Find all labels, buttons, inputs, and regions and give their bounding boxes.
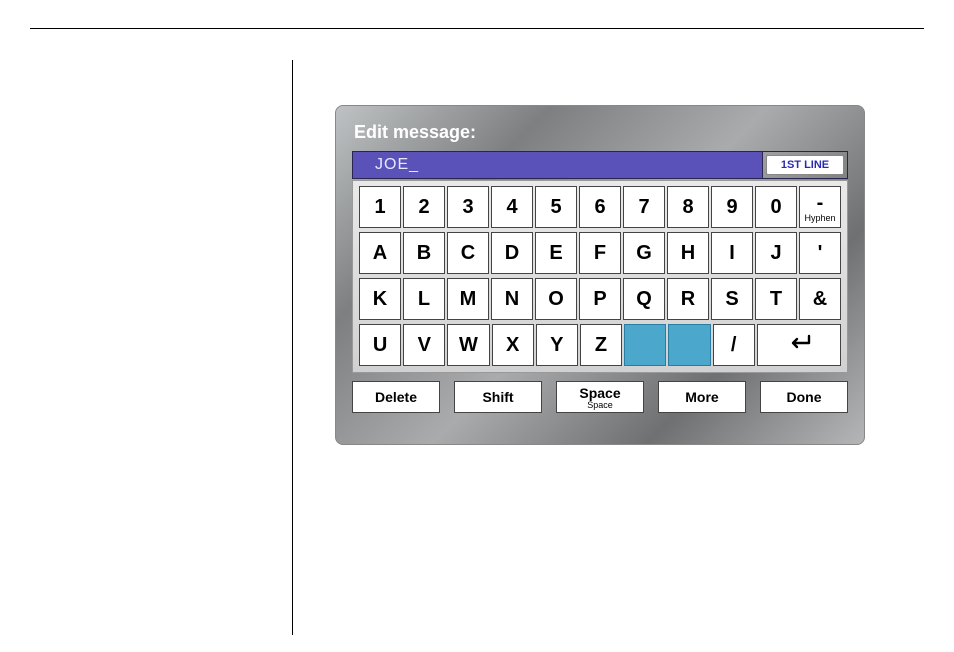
line-indicator-badge[interactable]: 1ST LINE — [766, 155, 844, 175]
key-z[interactable]: Z — [580, 324, 622, 366]
key-blank-1[interactable] — [624, 324, 666, 366]
delete-button[interactable]: Delete — [352, 381, 440, 413]
key-hyphen[interactable]: - Hyphen — [799, 186, 841, 228]
key-v[interactable]: V — [403, 324, 445, 366]
column-divider — [292, 60, 293, 635]
key-w[interactable]: W — [447, 324, 489, 366]
page-top-rule — [30, 28, 924, 29]
key-8[interactable]: 8 — [667, 186, 709, 228]
keyboard-panel: 1 2 3 4 5 6 7 8 9 0 - Hyphen A B C D — [352, 180, 848, 373]
key-ampersand[interactable]: & — [799, 278, 841, 320]
key-blank-2[interactable] — [668, 324, 710, 366]
key-g[interactable]: G — [623, 232, 665, 274]
keyboard-row-3: K L M N O P Q R S T & — [359, 278, 841, 320]
key-1[interactable]: 1 — [359, 186, 401, 228]
key-n[interactable]: N — [491, 278, 533, 320]
key-h[interactable]: H — [667, 232, 709, 274]
key-3[interactable]: 3 — [447, 186, 489, 228]
key-0[interactable]: 0 — [755, 186, 797, 228]
keyboard-row-2: A B C D E F G H I J ' — [359, 232, 841, 274]
key-q[interactable]: Q — [623, 278, 665, 320]
key-enter[interactable] — [757, 324, 841, 366]
key-t[interactable]: T — [755, 278, 797, 320]
more-button[interactable]: More — [658, 381, 746, 413]
enter-icon — [785, 332, 813, 358]
key-6[interactable]: 6 — [579, 186, 621, 228]
key-l[interactable]: L — [403, 278, 445, 320]
key-d[interactable]: D — [491, 232, 533, 274]
key-f[interactable]: F — [579, 232, 621, 274]
key-u[interactable]: U — [359, 324, 401, 366]
key-slash[interactable]: / — [713, 324, 755, 366]
space-button[interactable]: Space Space — [556, 381, 644, 413]
device-frame: Edit message: JOE_ 1ST LINE 1 2 3 4 5 6 … — [335, 105, 865, 445]
key-7[interactable]: 7 — [623, 186, 665, 228]
done-button[interactable]: Done — [760, 381, 848, 413]
key-b[interactable]: B — [403, 232, 445, 274]
key-r[interactable]: R — [667, 278, 709, 320]
message-input[interactable]: JOE_ — [353, 152, 763, 178]
keyboard-row-1: 1 2 3 4 5 6 7 8 9 0 - Hyphen — [359, 186, 841, 228]
message-input-bar: JOE_ 1ST LINE — [352, 151, 848, 179]
key-e[interactable]: E — [535, 232, 577, 274]
screen-title: Edit message: — [354, 122, 850, 143]
key-9[interactable]: 9 — [711, 186, 753, 228]
key-hyphen-sublabel: Hyphen — [804, 214, 835, 223]
key-i[interactable]: I — [711, 232, 753, 274]
key-2[interactable]: 2 — [403, 186, 445, 228]
key-c[interactable]: C — [447, 232, 489, 274]
key-y[interactable]: Y — [536, 324, 578, 366]
key-j[interactable]: J — [755, 232, 797, 274]
keyboard-row-4: U V W X Y Z / — [359, 324, 841, 366]
key-4[interactable]: 4 — [491, 186, 533, 228]
key-p[interactable]: P — [579, 278, 621, 320]
key-5[interactable]: 5 — [535, 186, 577, 228]
function-key-row: Delete Shift Space Space More Done — [352, 381, 848, 413]
key-s[interactable]: S — [711, 278, 753, 320]
key-apostrophe[interactable]: ' — [799, 232, 841, 274]
space-sublabel: Space — [587, 401, 613, 410]
key-o[interactable]: O — [535, 278, 577, 320]
key-m[interactable]: M — [447, 278, 489, 320]
key-x[interactable]: X — [492, 324, 534, 366]
key-a[interactable]: A — [359, 232, 401, 274]
key-k[interactable]: K — [359, 278, 401, 320]
shift-button[interactable]: Shift — [454, 381, 542, 413]
